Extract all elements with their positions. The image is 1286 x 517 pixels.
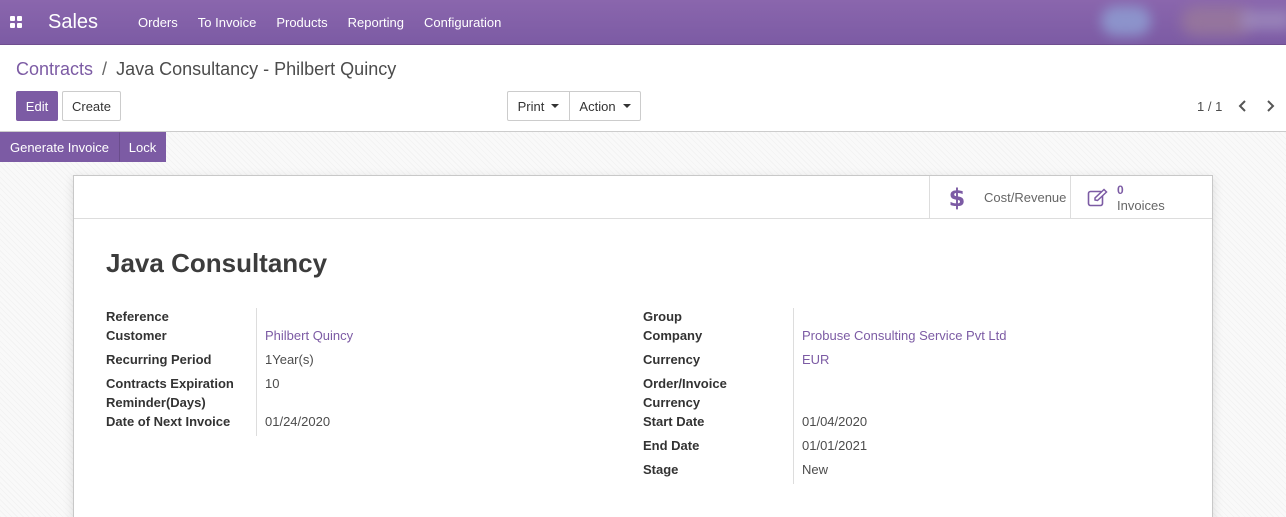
company-value[interactable]: Probuse Consulting Service Pvt Ltd: [802, 326, 1007, 345]
cost-revenue-label: Cost/Revenue: [984, 190, 1067, 205]
control-panel: Contracts / Java Consultancy - Philbert …: [0, 46, 1286, 132]
recurring-period-value[interactable]: 1Year(s): [265, 350, 314, 369]
lock-button[interactable]: Lock: [119, 132, 166, 162]
form-sheet: $ Cost/Revenue 0 Invoices Java Consultan…: [73, 175, 1213, 517]
print-dropdown[interactable]: Print: [507, 91, 570, 121]
apps-grid-icon[interactable]: [0, 0, 32, 45]
currency-label: Currency: [643, 352, 701, 367]
print-label: Print: [517, 98, 545, 114]
right-column-divider: [793, 308, 794, 484]
chevron-left-icon[interactable]: [1236, 98, 1250, 114]
form-content: Generate Invoice Lock $ Cost/Revenue 0 I…: [0, 132, 1286, 517]
menu-reporting[interactable]: Reporting: [338, 0, 414, 45]
breadcrumb-current: Java Consultancy - Philbert Quincy: [116, 59, 397, 79]
expiration-label-line2: Reminder(Days): [106, 395, 206, 410]
invoices-label: Invoices: [1117, 197, 1165, 213]
currency-value[interactable]: EUR: [802, 350, 829, 369]
customer-value[interactable]: Philbert Quincy: [265, 326, 353, 345]
expiration-label-line1: Contracts Expiration: [106, 376, 234, 391]
cost-revenue-button[interactable]: $ Cost/Revenue: [929, 176, 1071, 219]
stage-label: Stage: [643, 462, 679, 477]
dollar-icon: $: [948, 183, 966, 212]
reference-label: Reference: [106, 309, 169, 324]
recurring-period-label: Recurring Period: [106, 352, 212, 367]
action-dropdown[interactable]: Action: [569, 91, 641, 121]
action-label: Action: [579, 98, 616, 114]
top-navbar: Sales Orders To Invoice Products Reporti…: [0, 0, 1286, 45]
end-date-label: End Date: [643, 438, 700, 453]
edit-button[interactable]: Edit: [16, 91, 58, 121]
user-menu-blurred[interactable]: [1046, 0, 1286, 45]
end-date-value[interactable]: 01/01/2021: [802, 436, 867, 455]
breadcrumb: Contracts / Java Consultancy - Philbert …: [16, 59, 396, 80]
start-date-value[interactable]: 01/04/2020: [802, 412, 867, 431]
start-date-label: Start Date: [643, 414, 705, 429]
order-currency-label-line1: Order/Invoice: [643, 376, 727, 391]
menu-configuration[interactable]: Configuration: [414, 0, 511, 45]
menu-orders[interactable]: Orders: [128, 0, 188, 45]
expiration-value[interactable]: 10: [265, 374, 279, 393]
next-invoice-value[interactable]: 01/24/2020: [265, 412, 330, 431]
caret-down-icon: [551, 104, 560, 108]
pager-value[interactable]: 1 / 1: [1197, 99, 1222, 114]
record-title: Java Consultancy: [106, 248, 328, 278]
group-label: Group: [643, 309, 682, 324]
next-invoice-label: Date of Next Invoice: [106, 414, 231, 429]
invoices-button[interactable]: 0 Invoices: [1070, 176, 1212, 219]
menu-products[interactable]: Products: [266, 0, 337, 45]
caret-down-icon: [622, 104, 631, 108]
order-currency-label-line2: Currency: [643, 395, 701, 410]
breadcrumb-separator: /: [102, 59, 108, 79]
invoices-count: 0: [1117, 182, 1124, 197]
company-label: Company: [643, 328, 703, 343]
header-buttons: Generate Invoice Lock: [0, 132, 166, 162]
create-button[interactable]: Create: [62, 91, 121, 121]
generate-invoice-button[interactable]: Generate Invoice: [0, 132, 119, 162]
pencil-square-icon: [1087, 187, 1108, 206]
menu-to-invoice[interactable]: To Invoice: [188, 0, 267, 45]
left-column-divider: [256, 308, 257, 436]
app-name[interactable]: Sales: [48, 11, 98, 34]
stage-value[interactable]: New: [802, 460, 828, 479]
chevron-right-icon[interactable]: [1263, 98, 1277, 114]
breadcrumb-contracts[interactable]: Contracts: [16, 59, 93, 79]
smart-button-box: $ Cost/Revenue 0 Invoices: [74, 176, 1212, 219]
customer-label: Customer: [106, 328, 167, 343]
